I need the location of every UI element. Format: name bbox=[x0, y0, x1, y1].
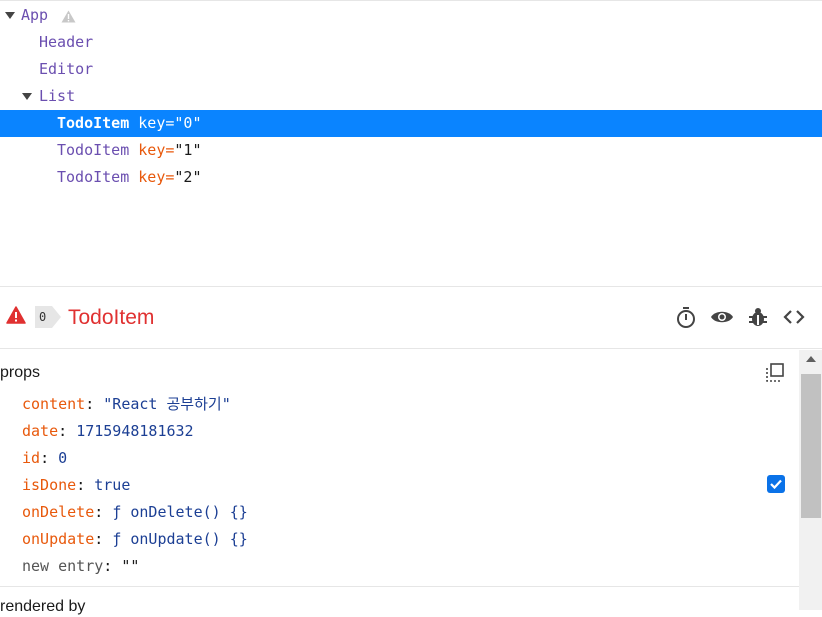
prop-row-date[interactable]: date: 1715948181632 bbox=[22, 418, 194, 445]
new-entry-value[interactable]: "" bbox=[121, 557, 139, 575]
prop-row-content[interactable]: content: "React 공부하기" bbox=[22, 391, 231, 418]
component-name: TodoItem bbox=[57, 168, 130, 186]
panel-divider bbox=[0, 286, 822, 287]
expand-triangle-icon[interactable] bbox=[22, 93, 32, 100]
component-name: TodoItem bbox=[57, 114, 130, 132]
isdone-checkbox[interactable] bbox=[767, 475, 785, 493]
prop-value[interactable]: "React 공부하기" bbox=[103, 395, 230, 413]
checkmark-icon bbox=[770, 479, 782, 490]
key-label: key= bbox=[138, 168, 175, 186]
warning-icon[interactable] bbox=[6, 306, 26, 324]
component-name: Header bbox=[39, 33, 94, 51]
tree-row-app[interactable]: App bbox=[0, 2, 822, 29]
prop-row-new-entry[interactable]: new entry: "" bbox=[22, 553, 139, 580]
key-value: "1" bbox=[174, 141, 202, 159]
prop-name: onDelete bbox=[22, 503, 95, 521]
prop-row-onupdate[interactable]: onUpdate: ƒ onUpdate() {} bbox=[22, 526, 248, 553]
new-entry-label[interactable]: new entry bbox=[22, 557, 103, 575]
rendered-by-heading: rendered by bbox=[0, 598, 86, 615]
header-divider bbox=[0, 348, 822, 349]
scrollbar-thumb[interactable] bbox=[801, 374, 821, 518]
component-name: Editor bbox=[39, 60, 94, 78]
prop-value[interactable]: true bbox=[94, 476, 130, 494]
warning-count-badge bbox=[35, 306, 61, 328]
tree-row-list[interactable]: List bbox=[0, 83, 822, 110]
inspected-component-title: TodoItem bbox=[68, 306, 155, 329]
prop-value: ƒ onDelete() {} bbox=[112, 503, 248, 521]
prop-name: isDone bbox=[22, 476, 77, 494]
tree-row-header[interactable]: Header bbox=[0, 29, 822, 56]
component-name: App bbox=[21, 6, 49, 24]
prop-name: id bbox=[22, 449, 41, 467]
prop-name: onUpdate bbox=[22, 530, 95, 548]
tree-row-todoitem-2[interactable]: TodoItem key="2" bbox=[0, 164, 822, 191]
prop-name: content bbox=[22, 395, 86, 413]
prop-value[interactable]: 0 bbox=[58, 449, 67, 467]
prop-value: ƒ onUpdate() {} bbox=[112, 530, 248, 548]
component-name: TodoItem bbox=[57, 141, 130, 159]
bug-icon[interactable] bbox=[746, 305, 770, 329]
copy-icon[interactable] bbox=[764, 362, 786, 384]
component-name: List bbox=[39, 87, 76, 105]
warning-icon bbox=[61, 10, 76, 23]
prop-value[interactable]: 1715948181632 bbox=[76, 422, 193, 440]
tree-row-todoitem-0[interactable]: TodoItem key="0" bbox=[0, 110, 822, 137]
key-label: key= bbox=[138, 141, 175, 159]
section-divider bbox=[0, 586, 799, 587]
eye-icon[interactable] bbox=[710, 305, 734, 329]
props-heading: props bbox=[0, 364, 41, 381]
stopwatch-icon[interactable] bbox=[674, 305, 698, 329]
component-tree: App Header Editor List TodoItem key="0" … bbox=[0, 0, 822, 287]
warning-count: 0 bbox=[39, 310, 47, 324]
prop-name: date bbox=[22, 422, 59, 440]
tree-row-editor[interactable]: Editor bbox=[0, 56, 822, 83]
expand-triangle-icon[interactable] bbox=[5, 12, 15, 19]
key-label: key= bbox=[138, 114, 175, 132]
tree-row-todoitem-1[interactable]: TodoItem key="1" bbox=[0, 137, 822, 164]
prop-row-isdone[interactable]: isDone: true bbox=[22, 472, 130, 499]
key-value: "0" bbox=[174, 114, 202, 132]
key-value: "2" bbox=[174, 168, 202, 186]
code-icon[interactable] bbox=[782, 305, 806, 329]
prop-row-id[interactable]: id: 0 bbox=[22, 445, 67, 472]
scroll-up-arrow-icon[interactable] bbox=[806, 356, 816, 362]
prop-row-ondelete[interactable]: onDelete: ƒ onDelete() {} bbox=[22, 499, 248, 526]
